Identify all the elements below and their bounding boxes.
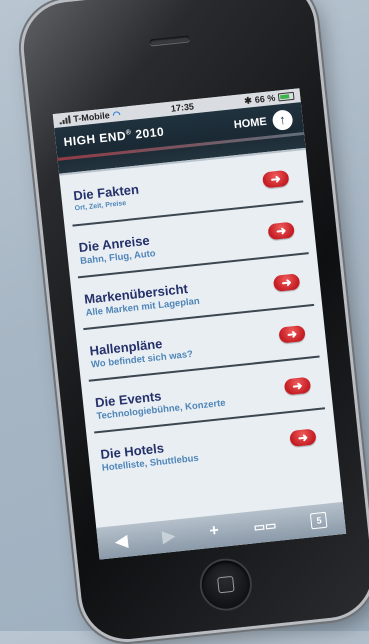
- battery-percent: 66 %: [254, 92, 276, 105]
- arrow-right-icon[interactable]: ➜: [267, 221, 295, 241]
- home-square-icon: [217, 575, 235, 594]
- bluetooth-icon: ✱: [243, 94, 253, 106]
- menu-item-title: Die Fakten: [72, 181, 140, 204]
- back-icon[interactable]: ◀: [114, 531, 128, 552]
- forward-icon[interactable]: ▶: [161, 526, 176, 547]
- brand-logo: HIGH END® 2010: [62, 124, 165, 150]
- arrow-up-icon: ↑: [271, 109, 294, 132]
- arrow-right-icon[interactable]: ➜: [278, 324, 306, 344]
- arrow-right-icon[interactable]: ➜: [289, 428, 317, 448]
- home-label: HOME: [233, 115, 268, 132]
- add-bookmark-icon[interactable]: +: [209, 522, 220, 541]
- pages-icon[interactable]: 5: [310, 511, 328, 530]
- phone-device: T-Mobile ◠ 17:35 ✱ 66 % HIGH END® 2010 H…: [19, 0, 369, 644]
- clock-time: 17:35: [170, 101, 195, 114]
- bookmarks-icon[interactable]: ▭▭: [253, 518, 277, 534]
- arrow-right-icon[interactable]: ➜: [261, 169, 290, 189]
- signal-icon: [59, 115, 71, 125]
- main-menu: Die Fakten Ort, Zeit, Preise ➜ Die Anrei…: [59, 150, 338, 484]
- arrow-right-icon[interactable]: ➜: [283, 376, 312, 396]
- phone-screen: T-Mobile ◠ 17:35 ✱ 66 % HIGH END® 2010 H…: [52, 88, 347, 560]
- home-button[interactable]: HOME ↑: [233, 109, 294, 135]
- battery-icon: [277, 91, 295, 102]
- wifi-icon: ◠: [112, 108, 121, 120]
- arrow-right-icon[interactable]: ➜: [272, 273, 301, 292]
